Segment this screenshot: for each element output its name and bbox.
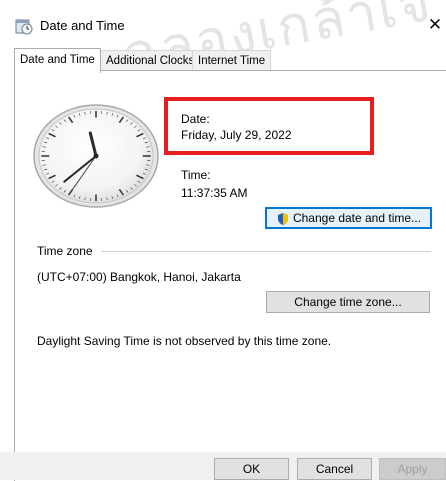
date-time-app-icon [14,16,34,36]
time-zone-value: (UTC+07:00) Bangkok, Hanoi, Jakarta [37,270,241,284]
window-title: Date and Time [40,18,125,33]
time-zone-group-label: Time zone [37,244,93,258]
close-icon[interactable]: ✕ [424,12,446,38]
dst-note: Daylight Saving Time is not observed by … [37,334,331,348]
title-bar: Date and Time ✕ [0,0,446,40]
change-date-and-time-label: Change date and time... [293,211,421,225]
date-highlight-box [164,97,374,155]
uac-shield-icon [276,212,290,226]
cancel-button[interactable]: Cancel [297,458,372,480]
tab-additional-clocks[interactable]: Additional Clocks [100,50,200,71]
apply-button[interactable]: Apply [379,458,446,480]
time-zone-group-divider [101,251,431,252]
ok-button[interactable]: OK [214,458,289,480]
time-value: 11:37:35 AM [181,186,248,200]
analog-clock [32,103,160,209]
time-label: Time: [181,168,211,182]
tab-internet-time[interactable]: Internet Time [192,50,271,71]
change-time-zone-button[interactable]: Change time zone... [266,291,430,313]
change-date-and-time-button[interactable]: Change date and time... [265,207,432,229]
tab-date-and-time[interactable]: Date and Time [14,48,101,73]
